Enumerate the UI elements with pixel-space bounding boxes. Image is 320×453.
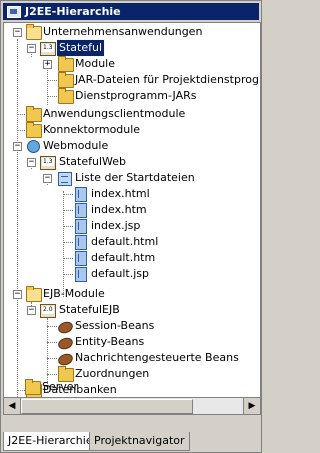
tree-item-jar-dateien[interactable]: JAR-Dateien für Projektdienstprogramme [4, 72, 260, 88]
window-titlebar: J2EE-Hierarchie [3, 3, 259, 20]
tree-item-label: Webmodule [43, 139, 109, 152]
folder-icon [26, 122, 42, 138]
tree-item-liste-der-startdateien[interactable]: − Liste der Startdateien [4, 170, 260, 186]
tree-item-nachrichtengesteuerte-beans[interactable]: Nachrichtengesteuerte Beans [4, 350, 260, 368]
collapse-toggle[interactable]: − [13, 28, 22, 37]
tree-item-index-html[interactable]: index.html [4, 186, 260, 202]
collapse-toggle[interactable]: − [27, 158, 36, 167]
bean-icon [56, 319, 75, 336]
folder-icon [25, 379, 41, 395]
tree-item-label: Server [42, 380, 79, 393]
scroll-right-arrow-icon[interactable]: ▶ [243, 398, 260, 414]
tree-item-stateful[interactable]: − Stateful [4, 39, 260, 57]
tree-item-ejb-module[interactable]: − EJB-Module [4, 286, 260, 302]
tree-item-entity-beans[interactable]: Entity-Beans [4, 334, 260, 352]
tree-item-label: Unternehmensanwendungen [43, 25, 203, 38]
tree-item-label: index.html [91, 187, 150, 200]
tree-item-label: index.htm [91, 203, 147, 216]
tree-item-label: Module [75, 57, 115, 70]
tree-item-label: Stateful [55, 39, 106, 57]
tree-item-module[interactable]: + Module [4, 56, 260, 72]
bean-icon [56, 335, 75, 352]
tree-item-default-jsp[interactable]: default.jsp [4, 266, 260, 282]
tree-item-label: default.htm [91, 251, 156, 264]
collapse-toggle[interactable]: − [43, 174, 52, 183]
tree-item-unternehmensanwendungen[interactable]: − Unternehmensanwendungen [4, 24, 260, 40]
list-icon [58, 172, 72, 186]
folder-icon [58, 88, 74, 104]
tree-item-label: default.jsp [91, 267, 149, 280]
web-module-icon [40, 156, 56, 170]
folder-icon [26, 24, 42, 40]
tree-item-label: Anwendungsclientmodule [43, 107, 186, 120]
collapse-toggle[interactable]: − [13, 290, 22, 299]
view-tabs: J2EE-Hierarchie Projektnavigator [3, 432, 259, 452]
tree-item-label: default.html [91, 235, 159, 248]
file-icon [75, 235, 87, 250]
file-icon [75, 219, 87, 234]
globe-icon [27, 140, 40, 153]
ejb-icon [26, 286, 42, 302]
tree-item-label: Liste der Startdateien [75, 171, 195, 184]
tree-item-statefulejb[interactable]: − StatefulEJB [4, 302, 260, 318]
tree-item-default-htm[interactable]: default.htm [4, 250, 260, 266]
file-icon [75, 267, 87, 282]
tree-item-label: EJB-Module [43, 287, 105, 300]
tree-item-label: Dienstprogramm-JARs [75, 89, 197, 102]
tree-item-label: Session-Beans [75, 319, 155, 332]
collapse-toggle[interactable]: − [27, 306, 36, 315]
tree-item-label: Entity-Beans [75, 335, 145, 348]
collapse-toggle[interactable]: − [27, 44, 36, 53]
tree-item-konnektormodule[interactable]: Konnektormodule [4, 122, 260, 138]
hierarchy-icon [7, 6, 21, 18]
tree-item-session-beans[interactable]: Session-Beans [4, 318, 260, 336]
tree-item-anwendungsclientmodule[interactable]: Anwendungsclientmodule [4, 106, 260, 122]
folder-icon [58, 56, 74, 72]
scroll-left-arrow-icon[interactable]: ◀ [4, 398, 21, 414]
tree-view[interactable]: − Unternehmensanwendungen − Stateful + M… [3, 22, 261, 398]
horizontal-scrollbar[interactable]: ◀ ▶ [3, 397, 261, 415]
tree-item-label: Nachrichtengesteuerte Beans [75, 351, 239, 364]
ejb-module-icon [40, 304, 56, 318]
tree-item-webmodule[interactable]: − Webmodule [4, 138, 260, 154]
file-icon [75, 187, 87, 202]
tree-item-statefulweb[interactable]: − StatefulWeb [4, 154, 260, 170]
bean-icon [56, 351, 75, 368]
tree-item-label: Konnektormodule [43, 123, 141, 136]
tree-item-dienstprogramm-jars[interactable]: Dienstprogramm-JARs [4, 88, 260, 104]
tree-item-default-html[interactable]: default.html [4, 234, 260, 250]
expand-toggle[interactable]: + [43, 60, 52, 69]
tree-item-label: index.jsp [91, 219, 141, 232]
folder-icon [26, 106, 42, 122]
tree-item-label: StatefulWeb [59, 155, 126, 168]
file-icon [75, 203, 87, 218]
tree-item-index-jsp[interactable]: index.jsp [4, 218, 260, 234]
tree-item-label: JAR-Dateien für Projektdienstprogramme [75, 73, 260, 86]
folder-icon [58, 72, 74, 88]
tree-item-label: StatefulEJB [59, 303, 120, 316]
ear-icon [40, 42, 56, 56]
tab-j2ee-hierarchie[interactable]: J2EE-Hierarchie [3, 432, 98, 451]
tab-projektnavigator[interactable]: Projektnavigator [89, 432, 190, 451]
tree-item-index-htm[interactable]: index.htm [4, 202, 260, 218]
tree-item-server[interactable]: Server [4, 379, 258, 395]
collapse-toggle[interactable]: − [13, 142, 22, 151]
scroll-thumb[interactable] [21, 399, 193, 414]
window-title: J2EE-Hierarchie [25, 5, 121, 18]
file-icon [75, 251, 87, 266]
j2ee-hierarchy-window: J2EE-Hierarchie − Unternehmensanwendunge… [0, 0, 262, 453]
